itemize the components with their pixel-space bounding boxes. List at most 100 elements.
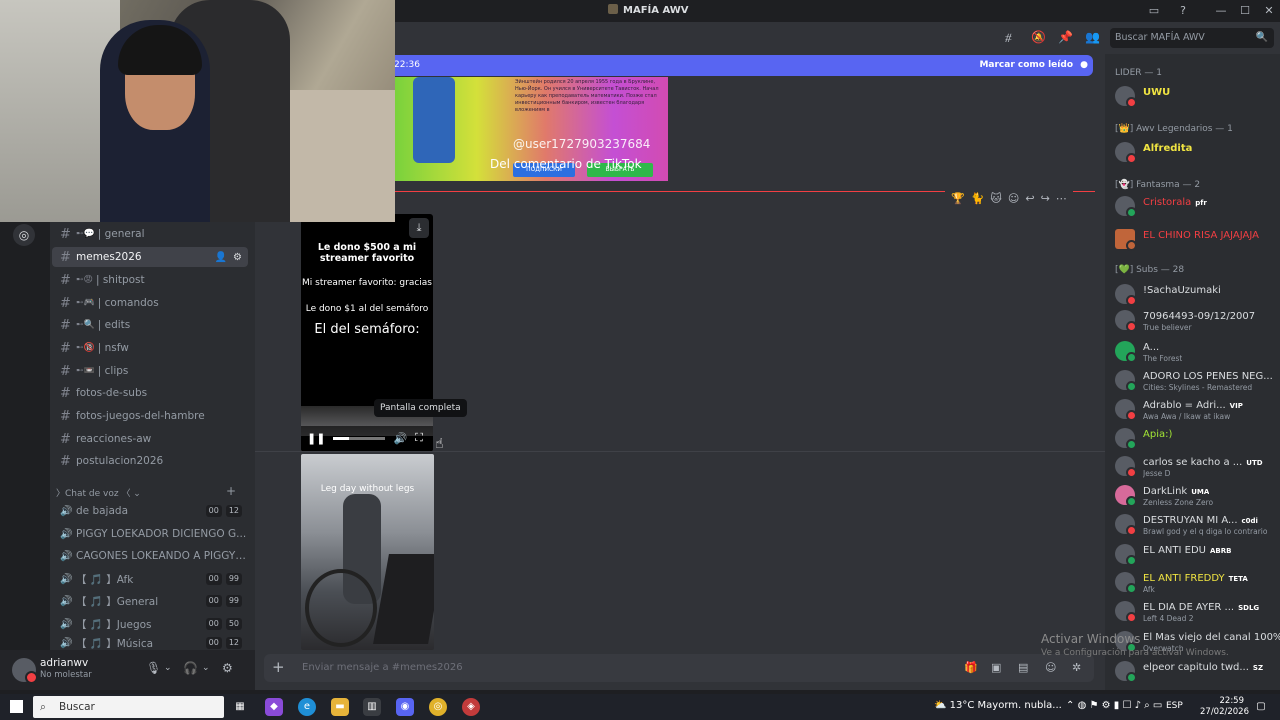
new-messages-bar[interactable]: 22:36 Marcar como leído ● <box>394 55 1093 76</box>
add-channel-icon[interactable]: + <box>226 484 236 498</box>
channel-fotos-de-subs[interactable]: # fotos-de-subs <box>52 383 248 403</box>
channel-comandos[interactable]: # ➸🎮 | comandos <box>52 293 248 313</box>
gym-image[interactable]: Leg day without legs <box>301 454 434 650</box>
member-list-icon[interactable]: 👥 <box>1085 30 1100 44</box>
windows-start-icon[interactable] <box>10 700 23 713</box>
meme-image[interactable]: Эйнштейн родился 20 апреля 1955 года в Б… <box>395 77 668 181</box>
sticker-icon[interactable]: ▤ <box>1018 661 1028 674</box>
member-item[interactable]: !SachaUzumaki <box>1115 284 1280 306</box>
message-composer[interactable]: + Enviar mensaje a #memes2026 🎁 ▣ ▤ ☺ ✲ <box>264 654 1094 682</box>
copilot-icon[interactable]: ◆ <box>265 698 283 716</box>
pin-icon[interactable]: 📌 <box>1058 30 1073 44</box>
chevron-down-icon[interactable]: ⌄ <box>202 663 210 673</box>
microphone-icon[interactable]: 🎙 <box>146 661 161 675</box>
member-item[interactable]: EL DIA DE AYER ... SDLG Left 4 Dead 2 <box>1115 601 1280 623</box>
channel-postulacion2026[interactable]: # postulacion2026 <box>52 451 248 471</box>
channel-clips[interactable]: # ➸📼 | clips <box>52 361 248 381</box>
channel-shitpost[interactable]: # ➸😡 | shitpost <box>52 270 248 290</box>
voice-channel-de-bajada[interactable]: 🔊 de bajada 00 12 <box>52 501 248 521</box>
video-progress[interactable] <box>333 436 386 440</box>
avatar <box>1115 399 1137 421</box>
mark-read-button[interactable]: Marcar como leído <box>979 55 1073 76</box>
member-item[interactable]: A... The Forest <box>1115 341 1280 363</box>
gear-icon[interactable]: ⚙ <box>233 252 242 263</box>
trophy-reaction-icon[interactable]: 🏆 <box>951 192 965 205</box>
voice-channel-musica[interactable]: 🔊 【 🎵 】Música 00 12 <box>52 636 248 650</box>
avatar <box>1115 601 1137 623</box>
member-item[interactable]: Cristorala pfr <box>1115 196 1280 218</box>
member-item[interactable]: 70964493-09/12/2007 True believer <box>1115 310 1280 332</box>
file-explorer-icon[interactable]: ▬ <box>331 698 349 716</box>
member-item[interactable]: Apia:) <box>1115 428 1280 450</box>
search-input[interactable]: Buscar MAFÍA AWV 🔍 <box>1110 28 1274 48</box>
chevron-up-icon[interactable]: ⌃ <box>1066 700 1074 711</box>
fullscreen-icon[interactable]: ⛶ <box>415 431 423 445</box>
task-view-icon[interactable]: ▦ <box>231 698 249 716</box>
channel-fotos-juegos-del-hambre[interactable]: # fotos-juegos-del-hambre <box>52 406 248 426</box>
discord-icon[interactable]: ◉ <box>396 698 414 716</box>
voice-channel-juegos[interactable]: 🔊 【 🎵 】Juegos 00 50 <box>52 614 248 634</box>
pause-icon[interactable]: ❚❚ <box>307 432 325 445</box>
member-item[interactable]: carlos se kacho a ... UTD Jesse D <box>1115 456 1280 478</box>
minimize-button[interactable]: — <box>1212 2 1230 20</box>
help-icon[interactable]: ? <box>1174 2 1192 20</box>
chrome-icon[interactable]: ◎ <box>429 698 447 716</box>
gift-icon[interactable]: 🎁 <box>964 661 978 674</box>
member-item[interactable]: EL CHINO RISA JAJAJAJA <box>1115 229 1280 251</box>
language-indicator[interactable]: ESP <box>1166 701 1183 711</box>
member-item[interactable]: UWU <box>1115 86 1280 108</box>
reply-icon[interactable]: ↩ <box>1025 192 1034 205</box>
member-list: LIDER — 1 UWU [👑] Awv Legendarios — 1 Al… <box>1105 54 1280 690</box>
member-item[interactable]: Adrablo = Adri... VIP Awa Awa / Ikaw at ik… <box>1115 399 1280 421</box>
channel-memes2026[interactable]: # memes2026 👤 ⚙ <box>52 247 248 267</box>
channel-reacciones-aw[interactable]: # reacciones-aw <box>52 429 248 449</box>
edge-icon[interactable]: e <box>298 698 316 716</box>
server-icon[interactable]: ◎ <box>13 224 35 246</box>
settings-icon[interactable]: ⚙ <box>222 661 233 675</box>
member-item[interactable]: EL ANTI EDU ABRB <box>1115 544 1280 566</box>
close-button[interactable]: ✕ <box>1260 2 1278 20</box>
taskbar-search[interactable]: ⌕ Buscar <box>33 696 224 718</box>
member-item[interactable]: DarkLink UMA Zenless Zone Zero <box>1115 485 1280 507</box>
add-member-icon[interactable]: 👤 <box>215 252 227 263</box>
member-item[interactable]: EL ANTI FREDDY TETA Afk <box>1115 572 1280 594</box>
reaction-icon[interactable]: 🐱 <box>990 192 1001 205</box>
channel-general[interactable]: # ➸💬 | general <box>52 224 248 244</box>
voice-channel-piggy-1[interactable]: 🔊 PIGGY LOEKADOR DICIENGO G... <box>52 524 248 544</box>
apps-icon[interactable]: ✲ <box>1072 661 1081 674</box>
voice-category-header[interactable]: 〉Chat de voz 〈 ⌄ + <box>56 484 246 499</box>
threads-icon[interactable]: ⧣ <box>1005 30 1012 45</box>
mute-bell-icon[interactable]: 🔕 <box>1031 30 1046 44</box>
app-icon[interactable]: ◈ <box>462 698 480 716</box>
more-icon[interactable]: ⋯ <box>1056 192 1067 205</box>
gif-icon[interactable]: ▣ <box>991 661 1001 674</box>
hash-icon: # <box>60 385 71 401</box>
system-tray[interactable]: ⌃ ◍ ⚑ ⚙ ▮ ☐ ♪ ⌕ ▭ <box>1066 700 1162 711</box>
notification-icon[interactable]: ▢ <box>1252 698 1270 716</box>
member-item[interactable]: Alfredita <box>1115 142 1280 164</box>
avatar[interactable] <box>12 658 38 684</box>
reaction-icon[interactable]: 🐈 <box>971 192 985 205</box>
channel-nsfw[interactable]: # ➸🔞 | nsfw <box>52 338 248 358</box>
member-item[interactable]: DESTRUYAN MI A... c0di Brawl god y el q di… <box>1115 514 1280 536</box>
speaker-icon: 🔊 <box>60 618 73 630</box>
inbox-icon[interactable]: ▭ <box>1145 2 1163 20</box>
voice-channel-general[interactable]: 🔊 【 🎵 】General 00 99 <box>52 591 248 611</box>
emoji-icon[interactable]: ☺ <box>1045 661 1056 674</box>
chevron-down-icon[interactable]: ⌄ <box>164 663 172 673</box>
channel-edits[interactable]: # ➸🔍 | edits <box>52 315 248 335</box>
voice-channel-afk[interactable]: 🔊 【 🎵 】Afk 00 99 <box>52 569 248 589</box>
store-icon[interactable]: ▥ <box>363 698 381 716</box>
clock[interactable]: 22:59 27/02/2026 <box>1200 696 1249 718</box>
add-reaction-icon[interactable]: ☺ <box>1008 192 1019 205</box>
maximize-button[interactable]: ☐ <box>1236 2 1254 20</box>
voice-channel-piggy-2[interactable]: 🔊 CAGONES LOKEANDO A PIGGY ... <box>52 546 248 566</box>
download-icon[interactable]: ⤓ <box>409 218 429 238</box>
weather-widget[interactable]: ⛅ 13°C Mayorm. nubla... <box>934 700 1062 711</box>
attach-plus-icon[interactable]: + <box>272 658 285 676</box>
member-item[interactable]: ADORO LOS PENES NEG... Cities: Skylines -… <box>1115 370 1280 392</box>
headphones-icon[interactable]: 🎧 <box>183 661 198 675</box>
member-item[interactable]: elpeor capitulo twd... SZ <box>1115 661 1280 683</box>
volume-icon[interactable]: 🔊 <box>393 432 407 445</box>
forward-icon[interactable]: ↪ <box>1041 192 1050 205</box>
